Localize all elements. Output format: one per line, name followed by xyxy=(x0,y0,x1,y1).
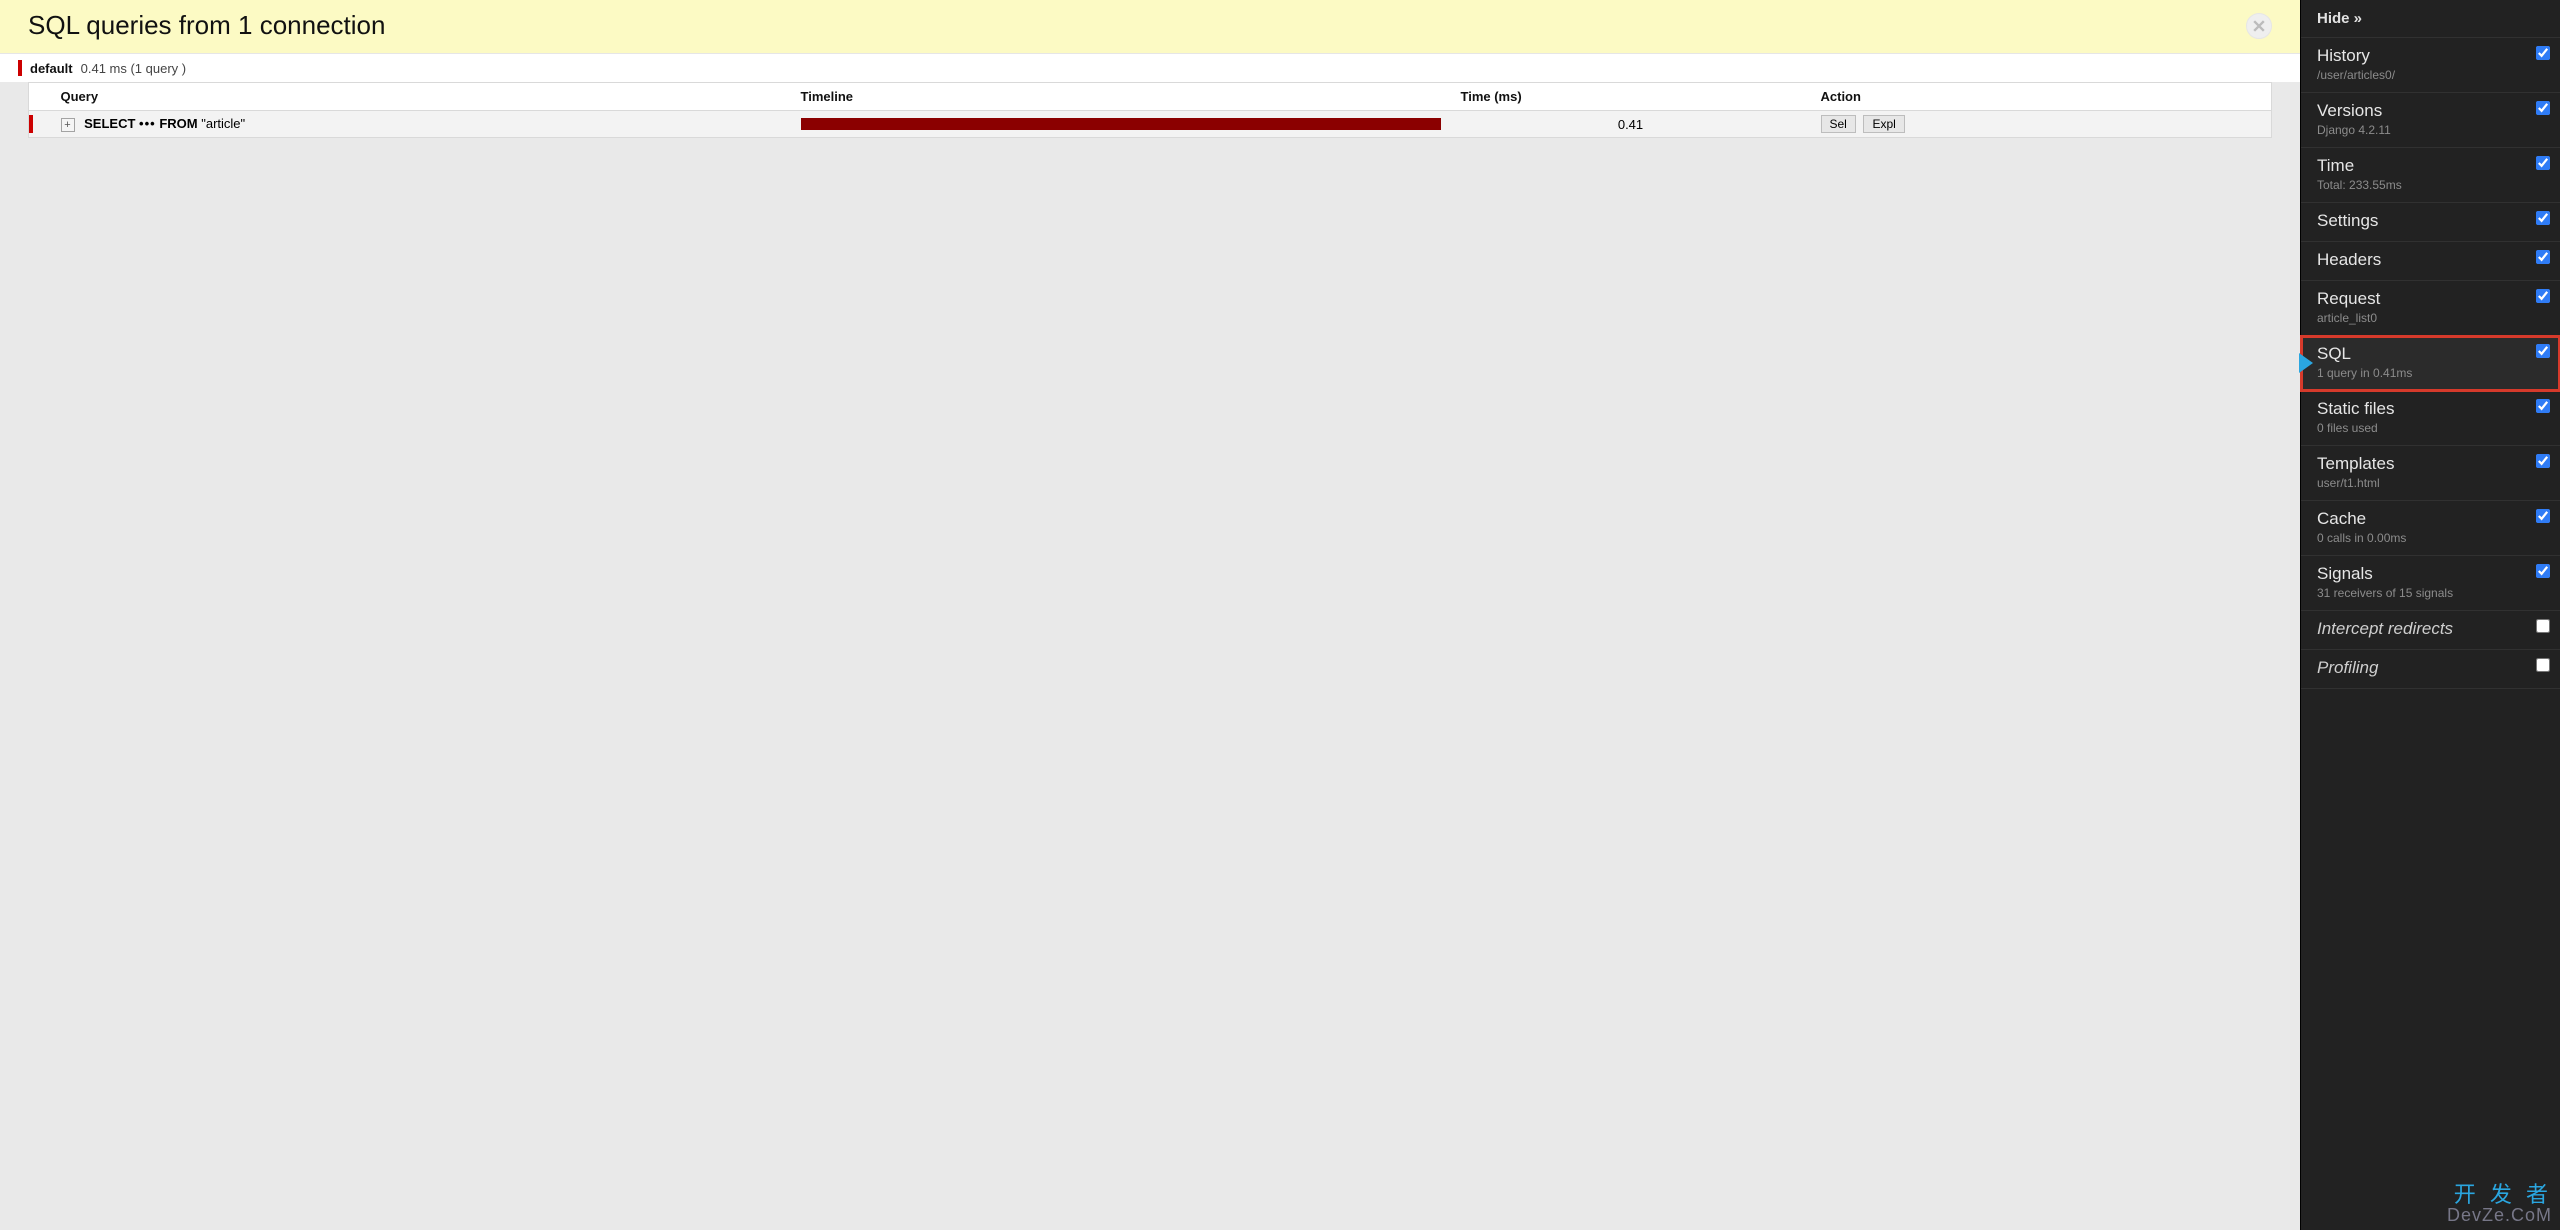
sidebar-panel-history[interactable]: History/user/articles0/ xyxy=(2301,38,2560,93)
expl-button[interactable]: Expl xyxy=(1863,115,1904,133)
panel-checkbox-settings[interactable] xyxy=(2536,211,2550,225)
panel-checkbox-profiling[interactable] xyxy=(2536,658,2550,672)
panel-title: Headers xyxy=(2317,250,2544,270)
sidebar-panel-headers[interactable]: Headers xyxy=(2301,242,2560,281)
panel-subtitle: 1 query in 0.41ms xyxy=(2317,366,2544,380)
panel-title: Versions xyxy=(2317,101,2544,121)
sidebar-panel-versions[interactable]: Versions Django 4.2.11 xyxy=(2301,93,2560,148)
connection-summary: default 0.41 ms (1 query ) xyxy=(0,54,2300,82)
col-query: Query xyxy=(51,83,791,111)
close-icon[interactable] xyxy=(2246,13,2272,39)
sidebar-panel-static[interactable]: Static files 0 files used xyxy=(2301,391,2560,446)
panel-title: History xyxy=(2317,46,2544,66)
panel-title: Cache xyxy=(2317,509,2544,529)
row-marker xyxy=(29,115,33,133)
sidebar-panel-templates[interactable]: Templates user/t1.html xyxy=(2301,446,2560,501)
page-title: SQL queries from 1 connection xyxy=(28,10,385,41)
sidebar-panel-signals[interactable]: Signals 31 receivers of 15 signals xyxy=(2301,556,2560,611)
panel-title: Request xyxy=(2317,289,2544,309)
sidebar-panel-profiling[interactable]: Profiling xyxy=(2301,650,2560,689)
sidebar-panel-redirects[interactable]: Intercept redirects xyxy=(2301,611,2560,650)
sidebar-panel-request[interactable]: Request article_list0 xyxy=(2301,281,2560,336)
panel-subtitle: article_list0 xyxy=(2317,311,2544,325)
panel-checkbox-request[interactable] xyxy=(2536,289,2550,303)
panel-subtitle: user/t1.html xyxy=(2317,476,2544,490)
panel-checkbox-sql[interactable] xyxy=(2536,344,2550,358)
sidebar-panel-time[interactable]: Time Total: 233.55ms xyxy=(2301,148,2560,203)
panel-checkbox-cache[interactable] xyxy=(2536,509,2550,523)
panel-subtitle: Django 4.2.11 xyxy=(2317,123,2544,137)
sidebar-panel-cache[interactable]: Cache 0 calls in 0.00ms xyxy=(2301,501,2560,556)
panel-checkbox-history[interactable] xyxy=(2536,46,2550,60)
sidebar-panel-settings[interactable]: Settings xyxy=(2301,203,2560,242)
panel-title: SQL xyxy=(2317,344,2544,364)
panel-title: Profiling xyxy=(2317,658,2544,678)
panel-subtitle: 0 files used xyxy=(2317,421,2544,435)
panel-checkbox-headers[interactable] xyxy=(2536,250,2550,264)
panel-checkbox-time[interactable] xyxy=(2536,156,2550,170)
timeline-bar xyxy=(801,118,1441,130)
connection-detail: 0.41 ms (1 query ) xyxy=(81,61,187,76)
sel-button[interactable]: Sel xyxy=(1821,115,1856,133)
panel-title: Intercept redirects xyxy=(2317,619,2544,639)
hide-toggle[interactable]: Hide » xyxy=(2301,0,2560,38)
panel-checkbox-redirects[interactable] xyxy=(2536,619,2550,633)
debug-toolbar-sidebar: Hide » History/user/articles0/Versions Dj… xyxy=(2300,0,2560,1230)
col-timeline: Timeline xyxy=(791,83,1451,111)
expand-button[interactable]: + xyxy=(61,118,75,132)
panel-title: Settings xyxy=(2317,211,2544,231)
query-text: SELECT ••• FROM "article" xyxy=(84,116,245,131)
panel-title: Templates xyxy=(2317,454,2544,474)
col-action: Action xyxy=(1811,83,2272,111)
panel-subtitle: Total: 233.55ms xyxy=(2317,178,2544,192)
sidebar-panel-sql[interactable]: SQL 1 query in 0.41ms xyxy=(2301,336,2560,391)
panel-checkbox-templates[interactable] xyxy=(2536,454,2550,468)
connection-name: default xyxy=(30,61,73,76)
panel-checkbox-static[interactable] xyxy=(2536,399,2550,413)
panel-title: Time xyxy=(2317,156,2544,176)
table-header-row: Query Timeline Time (ms) Action xyxy=(29,83,2272,111)
sql-table: Query Timeline Time (ms) Action + SELECT xyxy=(28,82,2272,138)
connection-marker xyxy=(18,60,22,76)
panel-subtitle: 0 calls in 0.00ms xyxy=(2317,531,2544,545)
time-cell: 0.41 xyxy=(1451,111,1811,138)
table-row: + SELECT ••• FROM "article" 0.41 xyxy=(29,111,2272,138)
panel-subtitle: 31 receivers of 15 signals xyxy=(2317,586,2544,600)
watermark: 开 发 者 DevZe.CoM xyxy=(2447,1184,2552,1224)
panel-titlebar: SQL queries from 1 connection xyxy=(0,0,2300,54)
panel-title: Signals xyxy=(2317,564,2544,584)
panel-checkbox-signals[interactable] xyxy=(2536,564,2550,578)
panel-subtitle: /user/articles0/ xyxy=(2317,68,2544,82)
col-time: Time (ms) xyxy=(1451,83,1811,111)
panel-title: Static files xyxy=(2317,399,2544,419)
panel-checkbox-versions[interactable] xyxy=(2536,101,2550,115)
